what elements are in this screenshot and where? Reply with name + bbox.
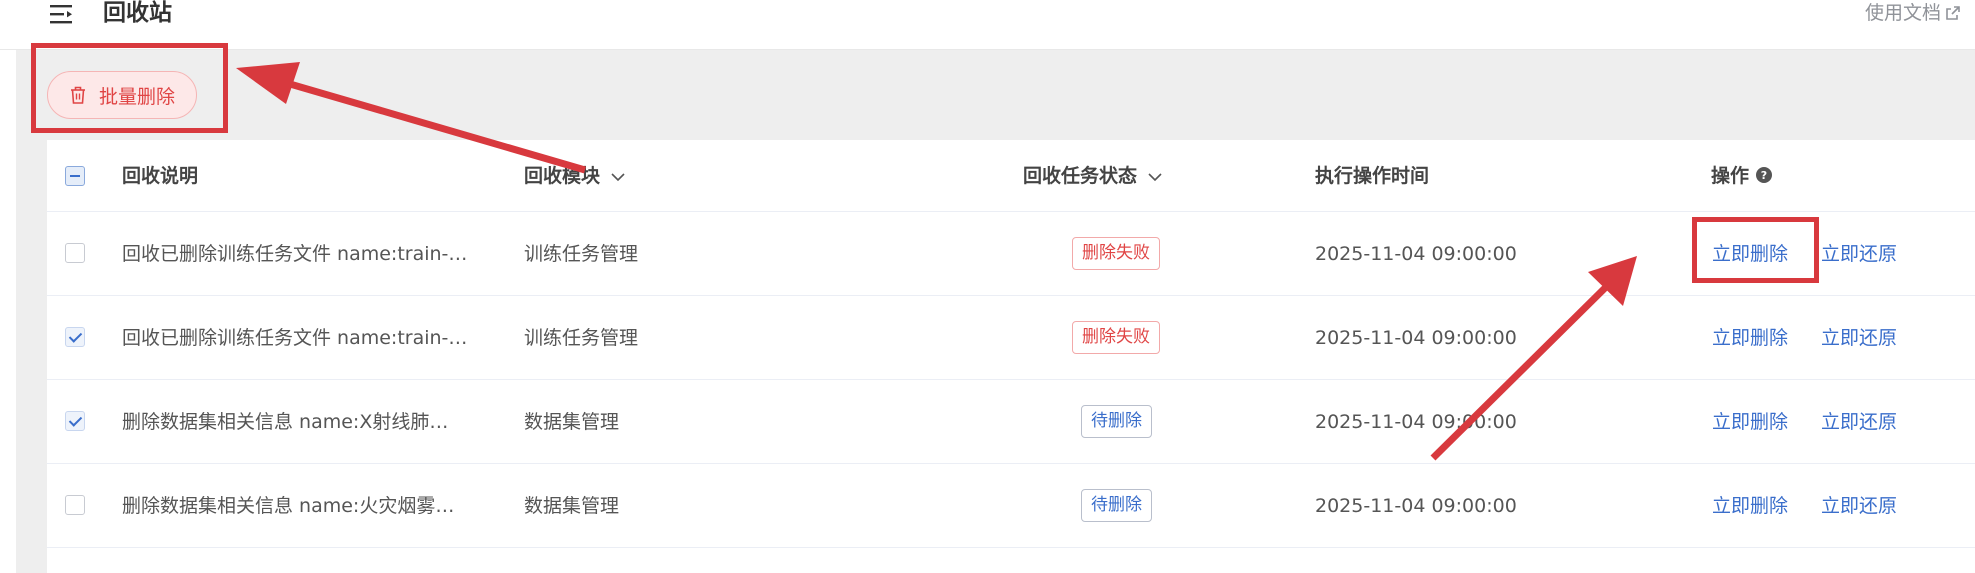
batch-delete-label: 批量删除 [98, 85, 175, 108]
row-time: 2025-11-04 09:00:00 [1315, 495, 1517, 517]
recycle-bin-page: 回收站 使用文档 批量删除 回收说明 回收模块 回收任务状态 执行操作时间 操作… [0, 0, 1975, 573]
status-badge: 待删除 [1081, 405, 1152, 438]
column-header-status-label: 回收任务状态 [1023, 165, 1138, 187]
row-description: 删除数据集相关信息 name:X射线肺… [122, 411, 449, 433]
column-header-actions-label: 操作 [1711, 165, 1750, 187]
row-checkbox[interactable] [65, 327, 85, 347]
batch-delete-button[interactable]: 批量删除 [47, 71, 197, 119]
column-header-time: 执行操作时间 [1315, 165, 1430, 187]
chevron-down-icon [1148, 172, 1162, 181]
column-header-module-label: 回收模块 [524, 165, 601, 187]
row-checkbox[interactable] [65, 411, 85, 431]
row-module: 训练任务管理 [524, 243, 639, 265]
table-row: 回收已删除训练任务文件 name:train-… 训练任务管理 删除失败 202… [47, 212, 1975, 296]
content-panel: 批量删除 回收说明 回收模块 回收任务状态 执行操作时间 操作? 回收已删除训练… [16, 50, 1975, 573]
status-badge: 删除失败 [1072, 237, 1160, 270]
column-header-module[interactable]: 回收模块 [524, 140, 626, 212]
delete-now-link[interactable]: 立即删除 [1712, 380, 1788, 464]
chevron-down-icon [611, 172, 625, 181]
menu-collapse-icon[interactable] [48, 2, 76, 28]
delete-now-link[interactable]: 立即删除 [1712, 296, 1788, 380]
docs-link[interactable]: 使用文档 [1865, 0, 1961, 26]
toolbar: 批量删除 [16, 50, 1975, 140]
page-title: 回收站 [103, 0, 172, 26]
row-time: 2025-11-04 09:00:00 [1315, 243, 1517, 265]
row-time: 2025-11-04 09:00:00 [1315, 327, 1517, 349]
row-description: 回收已删除训练任务文件 name:train-… [122, 327, 468, 349]
restore-now-link[interactable]: 立即还原 [1821, 464, 1897, 548]
table-row: 回收已删除训练任务文件 name:train-… 训练任务管理 删除失败 202… [47, 296, 1975, 380]
table-row: 删除数据集相关信息 name:火灾烟雾… 数据集管理 待删除 2025-11-0… [47, 464, 1975, 548]
restore-now-link[interactable]: 立即还原 [1821, 212, 1897, 296]
row-checkbox[interactable] [65, 243, 85, 263]
row-description: 删除数据集相关信息 name:火灾烟雾… [122, 495, 455, 517]
table-row: 删除数据集相关信息 name:X射线肺… 数据集管理 待删除 2025-11-0… [47, 380, 1975, 464]
row-module: 训练任务管理 [524, 327, 639, 349]
row-description: 回收已删除训练任务文件 name:train-… [122, 243, 468, 265]
row-module: 数据集管理 [524, 411, 620, 433]
trash-icon [70, 86, 85, 104]
page-header: 回收站 使用文档 [0, 0, 1975, 50]
restore-now-link[interactable]: 立即还原 [1821, 380, 1897, 464]
docs-link-label: 使用文档 [1864, 2, 1941, 24]
row-module: 数据集管理 [524, 495, 620, 517]
table-header: 回收说明 回收模块 回收任务状态 执行操作时间 操作? [47, 140, 1975, 212]
column-header-description: 回收说明 [122, 165, 199, 187]
status-badge: 待删除 [1081, 489, 1152, 522]
column-header-actions: 操作? [1711, 140, 1773, 212]
recycle-table: 回收说明 回收模块 回收任务状态 执行操作时间 操作? 回收已删除训练任务文件 … [47, 140, 1975, 573]
row-checkbox[interactable] [65, 495, 85, 515]
external-link-icon [1946, 6, 1960, 20]
help-icon[interactable]: ? [1755, 166, 1773, 184]
select-all-checkbox[interactable] [65, 166, 85, 186]
restore-now-link[interactable]: 立即还原 [1821, 296, 1897, 380]
row-time: 2025-11-04 09:00:00 [1315, 411, 1517, 433]
status-badge: 删除失败 [1072, 321, 1160, 354]
delete-now-link[interactable]: 立即删除 [1712, 464, 1788, 548]
delete-now-link[interactable]: 立即删除 [1712, 212, 1788, 296]
svg-text:?: ? [1761, 169, 1767, 182]
column-header-status[interactable]: 回收任务状态 [1023, 140, 1163, 212]
